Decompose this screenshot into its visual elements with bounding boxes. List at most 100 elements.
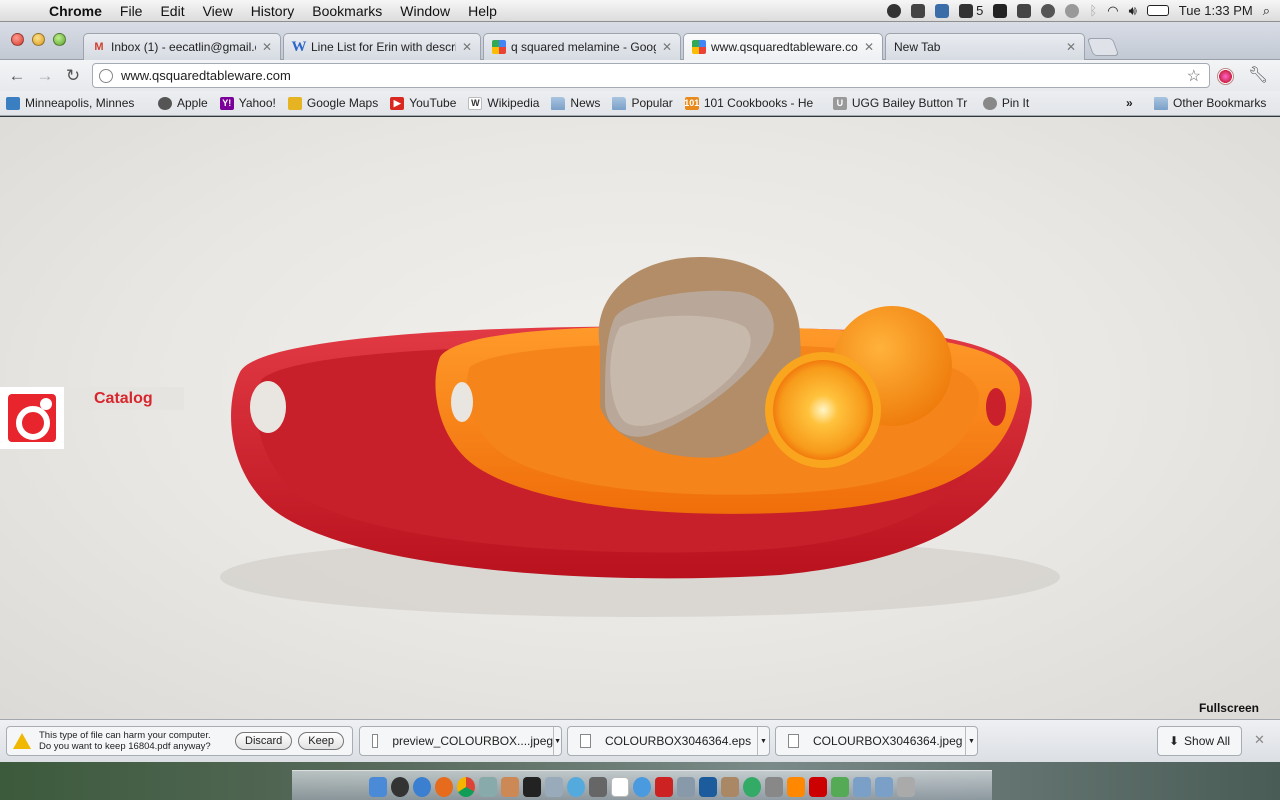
folder-icon <box>551 96 566 110</box>
address-bar[interactable]: www.qsquaredtableware.com ☆ <box>92 63 1210 88</box>
menu-edit[interactable]: Edit <box>151 3 193 19</box>
downloads-stack-icon[interactable] <box>853 777 871 797</box>
page-info-icon[interactable] <box>99 68 113 83</box>
dashboard-icon[interactable] <box>391 777 409 797</box>
firefox-icon[interactable] <box>435 777 453 797</box>
bookmark-folder-popular[interactable]: Popular <box>606 96 678 110</box>
clock[interactable]: Tue 1:33 PM <box>1179 3 1253 18</box>
menu-file[interactable]: File <box>111 3 152 19</box>
bookmark-yahoo[interactable]: Y! Yahoo! <box>214 96 282 110</box>
folder-status-icon[interactable] <box>993 3 1008 18</box>
adobe-updates[interactable]: 5 <box>959 3 983 18</box>
extension-icon[interactable] <box>1217 68 1234 85</box>
tab-line-list[interactable]: W Line List for Erin with descrip ✕ <box>283 33 481 60</box>
spotlight-icon[interactable]: ⌕ <box>1263 3 1270 19</box>
close-tab-icon[interactable]: ✕ <box>462 40 472 54</box>
catalog-link[interactable]: Catalog <box>64 387 184 410</box>
ical-icon[interactable] <box>611 777 629 797</box>
bookmark-wikipedia[interactable]: W Wikipedia <box>462 96 545 110</box>
tab-qsquared[interactable]: www.qsquaredtableware.com ✕ <box>683 33 883 60</box>
download-item[interactable]: COLOURBOX3046364.jpeg ▼ <box>775 726 978 756</box>
new-tab-button[interactable] <box>1086 38 1120 56</box>
iphoto-icon[interactable] <box>677 777 695 797</box>
download-menu-arrow-icon[interactable]: ▼ <box>965 727 977 755</box>
bookmark-apple[interactable]: Apple <box>152 96 214 110</box>
discard-button[interactable]: Discard <box>235 732 293 750</box>
dropbox-icon[interactable] <box>935 3 950 18</box>
wifi-icon[interactable]: ◠ <box>1107 3 1118 19</box>
addressbook-icon[interactable] <box>501 777 519 797</box>
vlc-icon[interactable] <box>787 777 805 797</box>
photobooth-icon[interactable] <box>655 777 673 797</box>
bookmark-google-maps[interactable]: Google Maps <box>282 96 384 110</box>
bookmarks-overflow-chevron-icon[interactable]: » <box>1126 96 1133 110</box>
bookmark-youtube[interactable]: ▶ YouTube <box>384 96 462 110</box>
bookmark-star-icon[interactable]: ☆ <box>1187 66 1201 86</box>
battery-icon[interactable] <box>1146 5 1169 16</box>
chrome-icon[interactable] <box>457 777 475 797</box>
close-tab-icon[interactable]: ✕ <box>1066 40 1076 54</box>
show-all-downloads-button[interactable]: ⬇ Show All <box>1157 726 1242 756</box>
safari-icon[interactable] <box>413 777 431 797</box>
bookmark-ugg[interactable]: U UGG Bailey Button Tr <box>827 96 977 110</box>
filezilla-icon[interactable] <box>809 777 827 797</box>
menu-bookmarks[interactable]: Bookmarks <box>303 3 391 19</box>
menu-app-name[interactable]: Chrome <box>40 3 111 19</box>
trash-icon[interactable] <box>897 777 915 797</box>
forward-icon[interactable]: → <box>34 66 56 86</box>
evernote-icon[interactable] <box>911 3 926 18</box>
download-menu-arrow-icon[interactable]: ▼ <box>553 727 561 755</box>
garageband-icon[interactable] <box>721 777 739 797</box>
system-preferences-icon[interactable] <box>765 777 783 797</box>
tab-title: New Tab <box>894 40 941 54</box>
menu-history[interactable]: History <box>242 3 304 19</box>
close-tab-icon[interactable]: ✕ <box>262 40 272 54</box>
reload-icon[interactable]: ↻ <box>62 66 84 86</box>
bookmark-minneapolis[interactable]: Minneapolis, Minnes <box>0 96 152 110</box>
close-shelf-icon[interactable]: ✕ <box>1254 732 1265 748</box>
zoom-window-icon[interactable] <box>53 33 66 46</box>
close-tab-icon[interactable]: ✕ <box>662 40 672 54</box>
menu-view[interactable]: View <box>194 3 242 19</box>
time-machine-dock-icon[interactable] <box>743 777 761 797</box>
qsquared-logo[interactable] <box>0 387 64 449</box>
bluetooth-icon[interactable]: ᛒ <box>1089 3 1097 18</box>
download-item[interactable]: COLOURBOX3046364.eps ▼ <box>567 726 770 756</box>
bookmark-folder-news[interactable]: News <box>545 96 606 110</box>
volume-icon[interactable]: 🔊︎ <box>1129 3 1137 19</box>
facetime-icon[interactable] <box>589 777 607 797</box>
mail-icon[interactable] <box>479 777 497 797</box>
itunes-icon[interactable] <box>633 777 651 797</box>
minimize-window-icon[interactable] <box>32 33 45 46</box>
fullscreen-link[interactable]: Fullscreen <box>1199 701 1259 715</box>
wrench-menu-icon[interactable]: 🔧︎ <box>1248 65 1268 85</box>
bookmark-101-cookbooks[interactable]: 101 101 Cookbooks - He <box>679 96 827 110</box>
tab-gmail[interactable]: M Inbox (1) - eecatlin@gmail.c ✕ <box>83 33 281 60</box>
display-icon[interactable] <box>1017 3 1032 18</box>
download-menu-arrow-icon[interactable]: ▼ <box>757 727 769 755</box>
warning-icon <box>13 733 31 749</box>
keep-button[interactable]: Keep <box>298 732 344 750</box>
preview-icon[interactable] <box>545 777 563 797</box>
terminal-icon[interactable] <box>523 777 541 797</box>
back-icon[interactable]: ← <box>6 66 28 86</box>
ichat-icon[interactable] <box>567 777 585 797</box>
app-icon[interactable] <box>831 777 849 797</box>
headphones-icon[interactable] <box>887 3 902 18</box>
documents-stack-icon[interactable] <box>875 777 893 797</box>
tab-new-tab[interactable]: New Tab ✕ <box>885 33 1085 60</box>
bookmark-other[interactable]: Other Bookmarks <box>1148 96 1272 110</box>
close-window-icon[interactable] <box>11 33 24 46</box>
menu-window[interactable]: Window <box>391 3 459 19</box>
download-shelf: This type of file can harm your computer… <box>0 719 1280 762</box>
photoshop-icon[interactable] <box>699 777 717 797</box>
tab-google-search[interactable]: q squared melamine - Googl ✕ <box>483 33 681 60</box>
download-item[interactable]: preview_COLOURBOX....jpeg ▼ <box>359 726 562 756</box>
time-machine-icon[interactable] <box>1065 3 1080 18</box>
bookmark-pin-it[interactable]: Pin It <box>977 96 1035 110</box>
pin-icon <box>982 96 997 110</box>
finder-icon[interactable] <box>369 777 387 797</box>
menu-help[interactable]: Help <box>459 3 506 19</box>
close-tab-icon[interactable]: ✕ <box>864 40 874 54</box>
pen-icon[interactable] <box>1041 3 1056 18</box>
